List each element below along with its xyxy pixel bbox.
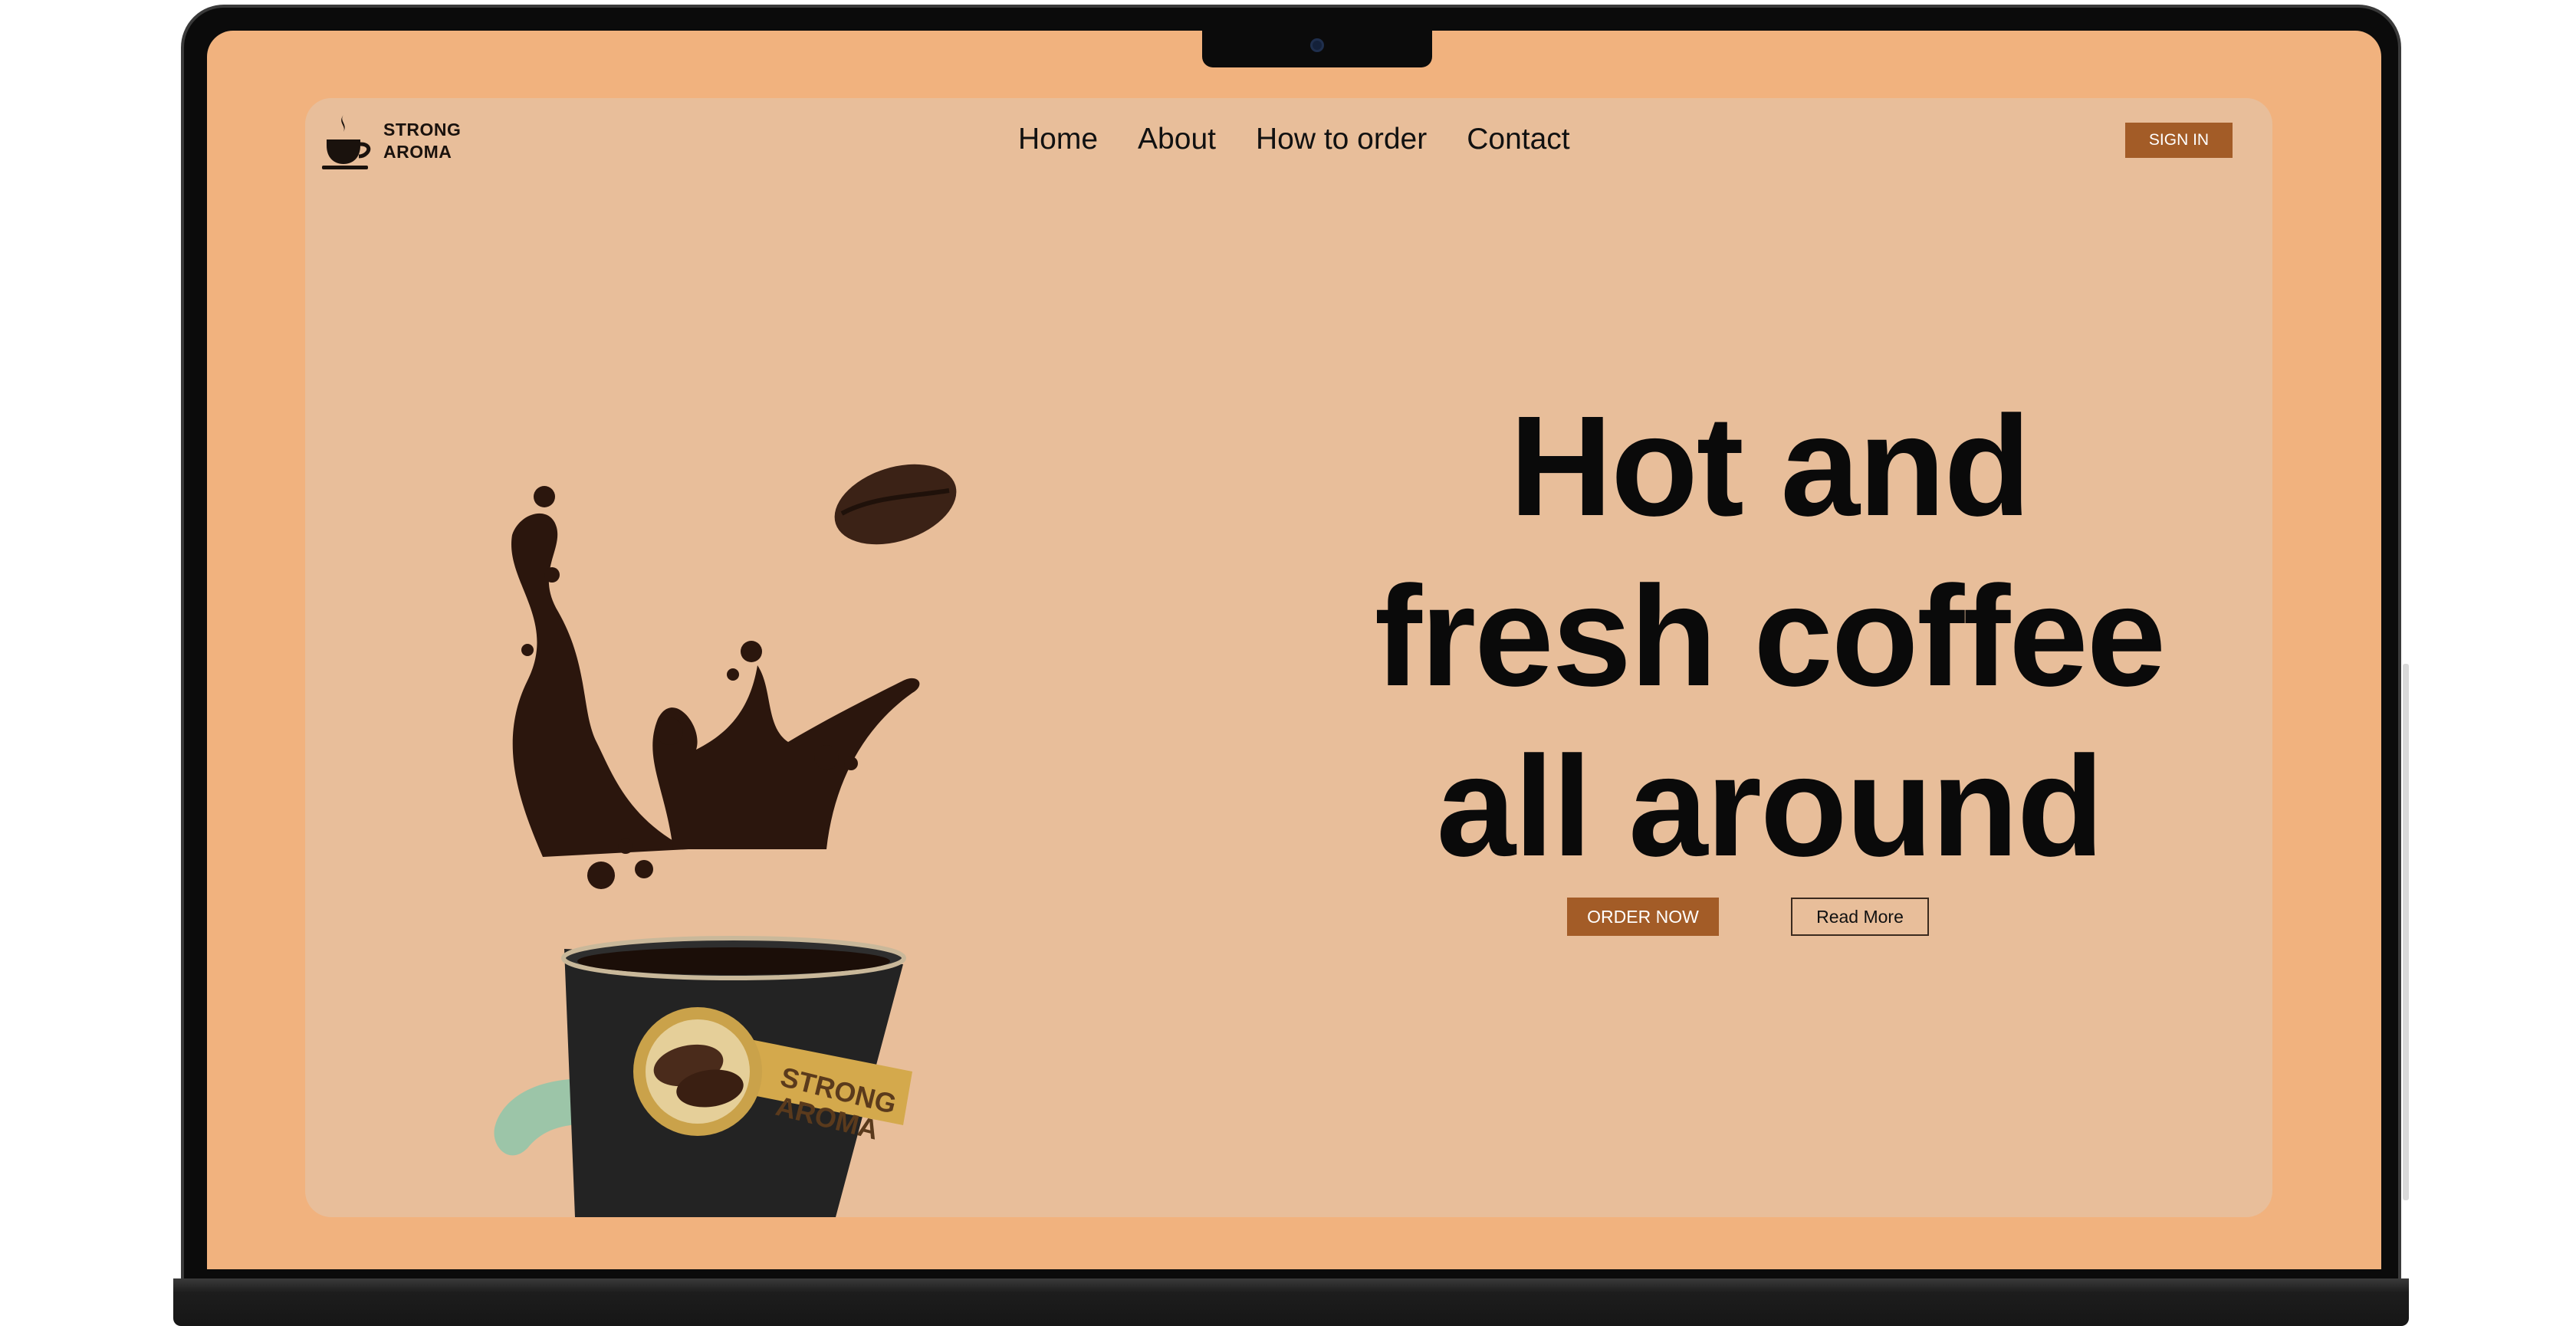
hero-title-line-2: fresh coffee xyxy=(1374,557,2166,716)
nav-menu: Home About How to order Contact xyxy=(1018,123,1570,156)
coffee-cup-illustration: STRONG AROMA xyxy=(494,464,957,1217)
coffee-splash xyxy=(511,486,920,889)
brand-name-line1: STRONG xyxy=(383,120,462,139)
read-more-button[interactable]: Read More xyxy=(1791,898,1929,936)
coffee-cup-icon xyxy=(322,115,371,169)
nav-link-home[interactable]: Home xyxy=(1018,123,1098,156)
coffee-bean-icon xyxy=(834,464,957,545)
brand-name-line2: AROMA xyxy=(383,142,452,162)
hero-title: Hot and fresh coffee all around xyxy=(1332,382,2206,892)
camera-icon xyxy=(1310,38,1324,52)
hero-title-line-1: Hot and xyxy=(1509,387,2031,546)
brand-logo[interactable]: STRONG AROMA xyxy=(320,112,461,170)
camera-notch xyxy=(1202,31,1432,67)
top-navigation: STRONG AROMA Home About How to order Con… xyxy=(305,98,2272,190)
nav-link-contact[interactable]: Contact xyxy=(1467,123,1569,156)
laptop-mockup: STRONG AROMA Home About How to order Con… xyxy=(173,5,2409,1326)
website-page: STRONG AROMA Home About How to order Con… xyxy=(305,98,2272,1217)
nav-link-how-to-order[interactable]: How to order xyxy=(1256,123,1427,156)
brand-name: STRONG AROMA xyxy=(383,119,461,163)
order-now-button[interactable]: ORDER NOW xyxy=(1567,898,1719,936)
nav-link-about[interactable]: About xyxy=(1138,123,1216,156)
sign-in-button[interactable]: SIGN IN xyxy=(2125,123,2233,158)
laptop-side-edge xyxy=(2403,664,2409,1200)
laptop-base xyxy=(173,1278,2409,1326)
laptop-screen: STRONG AROMA Home About How to order Con… xyxy=(207,31,2381,1269)
laptop-bezel: STRONG AROMA Home About How to order Con… xyxy=(181,5,2401,1283)
hero-title-line-3: all around xyxy=(1436,727,2104,886)
